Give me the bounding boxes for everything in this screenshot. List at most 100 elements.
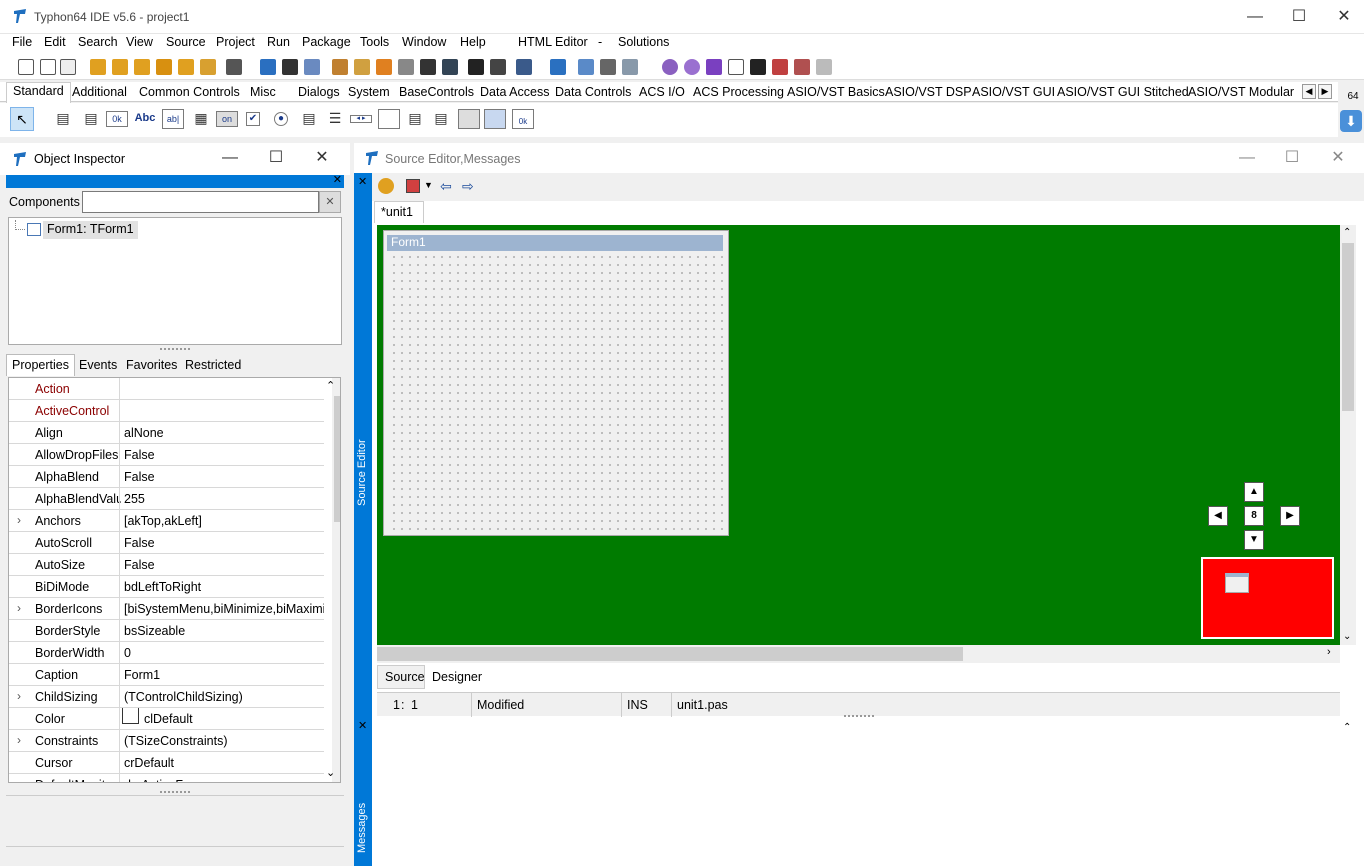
tree-item-form1[interactable]: Form1: TForm1: [43, 221, 138, 239]
tab-acs-processing[interactable]: ACS Processing: [693, 85, 784, 99]
chevron-right-icon[interactable]: ▶: [1318, 84, 1332, 99]
nav-down-icon[interactable]: ▼: [1244, 530, 1264, 550]
new-form-icon[interactable]: [40, 59, 56, 75]
property-row[interactable]: Caption Form1: [9, 664, 324, 686]
open-recent-icon[interactable]: [200, 59, 216, 75]
splitter-handle[interactable]: [160, 348, 190, 351]
new-file-icon[interactable]: [18, 59, 34, 75]
close-icon[interactable]: ✕: [1333, 6, 1355, 28]
property-row[interactable]: Action: [9, 378, 324, 400]
hand-icon[interactable]: [378, 178, 394, 194]
property-value[interactable]: bdLeftToRight: [124, 580, 324, 594]
property-row[interactable]: › Anchors [akTop,akLeft]: [9, 510, 324, 532]
menu-edit[interactable]: Edit: [44, 35, 66, 49]
property-value[interactable]: False: [124, 470, 324, 484]
tab-asio-vst-dsp[interactable]: ASIO/VST DSP: [885, 85, 972, 99]
property-value[interactable]: bsSizeable: [124, 624, 324, 638]
designer-hscroll[interactable]: ›: [377, 645, 1340, 663]
open-icon[interactable]: [112, 59, 128, 75]
nav-right-icon[interactable]: ▶: [1280, 506, 1300, 526]
property-value[interactable]: 0: [124, 646, 324, 660]
dock-close-icon[interactable]: ✕: [333, 173, 342, 186]
tgroupbox-icon[interactable]: [378, 109, 400, 129]
run-icon[interactable]: [706, 59, 722, 75]
jump-forward-icon[interactable]: ⇨: [462, 178, 474, 195]
tab-data-controls[interactable]: Data Controls: [555, 85, 631, 99]
tab-restricted[interactable]: Restricted: [180, 358, 246, 372]
toggle-form-unit-icon[interactable]: [442, 59, 458, 75]
ttogglebox-icon[interactable]: on: [216, 111, 238, 127]
inspector-minimize-icon[interactable]: —: [219, 147, 241, 169]
designer-minimap[interactable]: [1201, 557, 1334, 639]
download-arrow-icon[interactable]: ⬇: [1340, 110, 1362, 132]
menu-file[interactable]: File: [12, 35, 32, 49]
tradiobutton-icon[interactable]: ●: [274, 112, 288, 126]
property-row[interactable]: AlphaBlend False: [9, 466, 324, 488]
dropdown-arrow-icon[interactable]: ▼: [424, 180, 433, 190]
build-icon[interactable]: [376, 59, 392, 75]
messages-scrollbar[interactable]: ⌃: [1340, 720, 1356, 866]
property-row[interactable]: AllowDropFiles False: [9, 444, 324, 466]
property-value[interactable]: [biSystemMenu,biMinimize,biMaximi:: [124, 602, 324, 616]
find-in-files-icon[interactable]: [178, 59, 194, 75]
tframe-icon[interactable]: [484, 109, 506, 129]
form-designer[interactable]: Form1: [383, 230, 729, 536]
tab-basecontrols[interactable]: BaseControls: [399, 85, 474, 99]
tab-additional[interactable]: Additional: [72, 85, 127, 99]
property-row[interactable]: AutoSize False: [9, 554, 324, 576]
property-row[interactable]: AlphaBlendValu 255: [9, 488, 324, 510]
tab-system[interactable]: System: [348, 85, 390, 99]
designer-vscroll-thumb[interactable]: [1342, 243, 1354, 411]
new-unit-icon[interactable]: [60, 59, 76, 75]
open-project-icon[interactable]: [90, 59, 106, 75]
menu-project[interactable]: Project: [216, 35, 255, 49]
property-row[interactable]: DefaultMonitdmActiveF: [9, 774, 324, 782]
globe-icon[interactable]: [516, 59, 532, 75]
tab-acs-io[interactable]: ACS I/O: [639, 85, 685, 99]
property-row[interactable]: BorderWidth 0: [9, 642, 324, 664]
view-forms-icon[interactable]: [420, 59, 436, 75]
popupmenu-icon[interactable]: ▤: [80, 109, 102, 129]
splitter-handle[interactable]: [844, 715, 874, 718]
property-row[interactable]: › ChildSizing (TControlChildSizing): [9, 686, 324, 708]
property-row[interactable]: Cursor crDefault: [9, 752, 324, 774]
view-units-icon[interactable]: [398, 59, 414, 75]
tab-dialogs[interactable]: Dialogs: [298, 85, 340, 99]
open-package-icon[interactable]: [156, 59, 172, 75]
property-row[interactable]: BiDiMode bdLeftToRight: [9, 576, 324, 598]
clear-filter-icon[interactable]: ✕: [319, 191, 341, 213]
binoculars-icon[interactable]: [468, 59, 484, 75]
tradiogroup-icon[interactable]: ▤: [404, 109, 426, 129]
stop-icon[interactable]: [750, 59, 766, 75]
property-row[interactable]: AutoScroll False: [9, 532, 324, 554]
tab-designer[interactable]: Designer: [432, 670, 482, 684]
tab-asio-vst-modular[interactable]: ASIO/VST Modular: [1188, 85, 1294, 99]
property-value[interactable]: [akTop,akLeft]: [124, 514, 324, 528]
designer-hscroll-thumb[interactable]: [377, 647, 963, 661]
gear-icon[interactable]: [662, 59, 678, 75]
nav-left-icon[interactable]: ◀: [1208, 506, 1228, 526]
options-icon[interactable]: [622, 59, 638, 75]
menu-solutions[interactable]: Solutions: [618, 35, 669, 49]
editor-minimize-icon[interactable]: —: [1236, 147, 1258, 169]
inspector-close-icon[interactable]: ✕: [311, 147, 333, 169]
menu-package[interactable]: Package: [302, 35, 351, 49]
property-value[interactable]: False: [124, 558, 324, 572]
property-value[interactable]: crDefault: [124, 756, 324, 770]
menu-source[interactable]: Source: [166, 35, 206, 49]
scroll-right-icon[interactable]: ›: [1327, 646, 1331, 658]
step-out-icon[interactable]: [816, 59, 832, 75]
tcombobox-icon[interactable]: ☰: [324, 109, 346, 129]
tbutton-icon[interactable]: 0k: [106, 111, 128, 127]
save-all-icon[interactable]: [304, 59, 320, 75]
tab-properties[interactable]: Properties: [6, 354, 75, 376]
mainmenu-icon[interactable]: ▤: [52, 109, 74, 129]
project-options-icon[interactable]: [332, 59, 348, 75]
property-row[interactable]: BorderStyle bsSizeable: [9, 620, 324, 642]
chevron-left-icon[interactable]: ◀: [1302, 84, 1316, 99]
menu-html-editor[interactable]: HTML Editor: [518, 35, 588, 49]
editor-close-icon[interactable]: ✕: [1327, 147, 1349, 169]
property-row[interactable]: Align alNone: [9, 422, 324, 444]
tscrollbar-icon[interactable]: ◂ ▸: [350, 115, 372, 123]
minimize-icon[interactable]: —: [1244, 6, 1266, 28]
